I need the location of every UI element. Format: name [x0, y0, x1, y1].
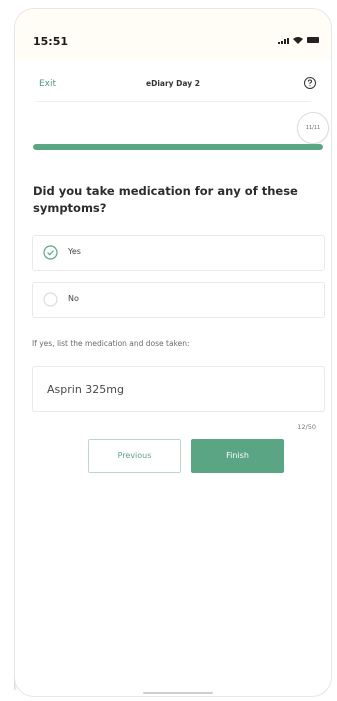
status-icons — [278, 36, 319, 44]
medication-field-label: If yes, list the medication and dose tak… — [32, 339, 190, 348]
option-yes[interactable]: Yes — [32, 235, 325, 271]
progress-counter: 11/11 — [297, 112, 329, 144]
signal-icon — [278, 38, 289, 44]
radio-empty-icon — [43, 292, 58, 307]
progress-fill — [33, 144, 323, 150]
medication-input[interactable] — [32, 366, 325, 412]
question-circle-icon[interactable] — [303, 76, 317, 90]
progress-bar — [33, 144, 323, 150]
option-no[interactable]: No — [32, 282, 325, 318]
finish-button[interactable]: Finish — [191, 439, 284, 473]
status-time: 15:51 — [33, 35, 69, 48]
previous-button[interactable]: Previous — [88, 439, 181, 473]
question-text: Did you take medication for any of these… — [33, 184, 298, 215]
home-indicator — [143, 692, 213, 694]
page-title: eDiary Day 2 — [146, 79, 200, 88]
status-bar: 15:51 — [15, 9, 331, 59]
wifi-icon — [293, 37, 303, 44]
check-circle-icon — [43, 245, 58, 260]
character-count: 12/50 — [297, 423, 316, 431]
option-label: Yes — [68, 247, 81, 256]
nav-bar: Exit eDiary Day 2 — [15, 71, 331, 99]
battery-icon — [307, 37, 319, 43]
nav-divider — [35, 101, 311, 102]
phone-screen: 15:51 Exit eDiary Day 2 11/11 Did you ta… — [14, 8, 332, 697]
option-label: No — [68, 294, 79, 303]
